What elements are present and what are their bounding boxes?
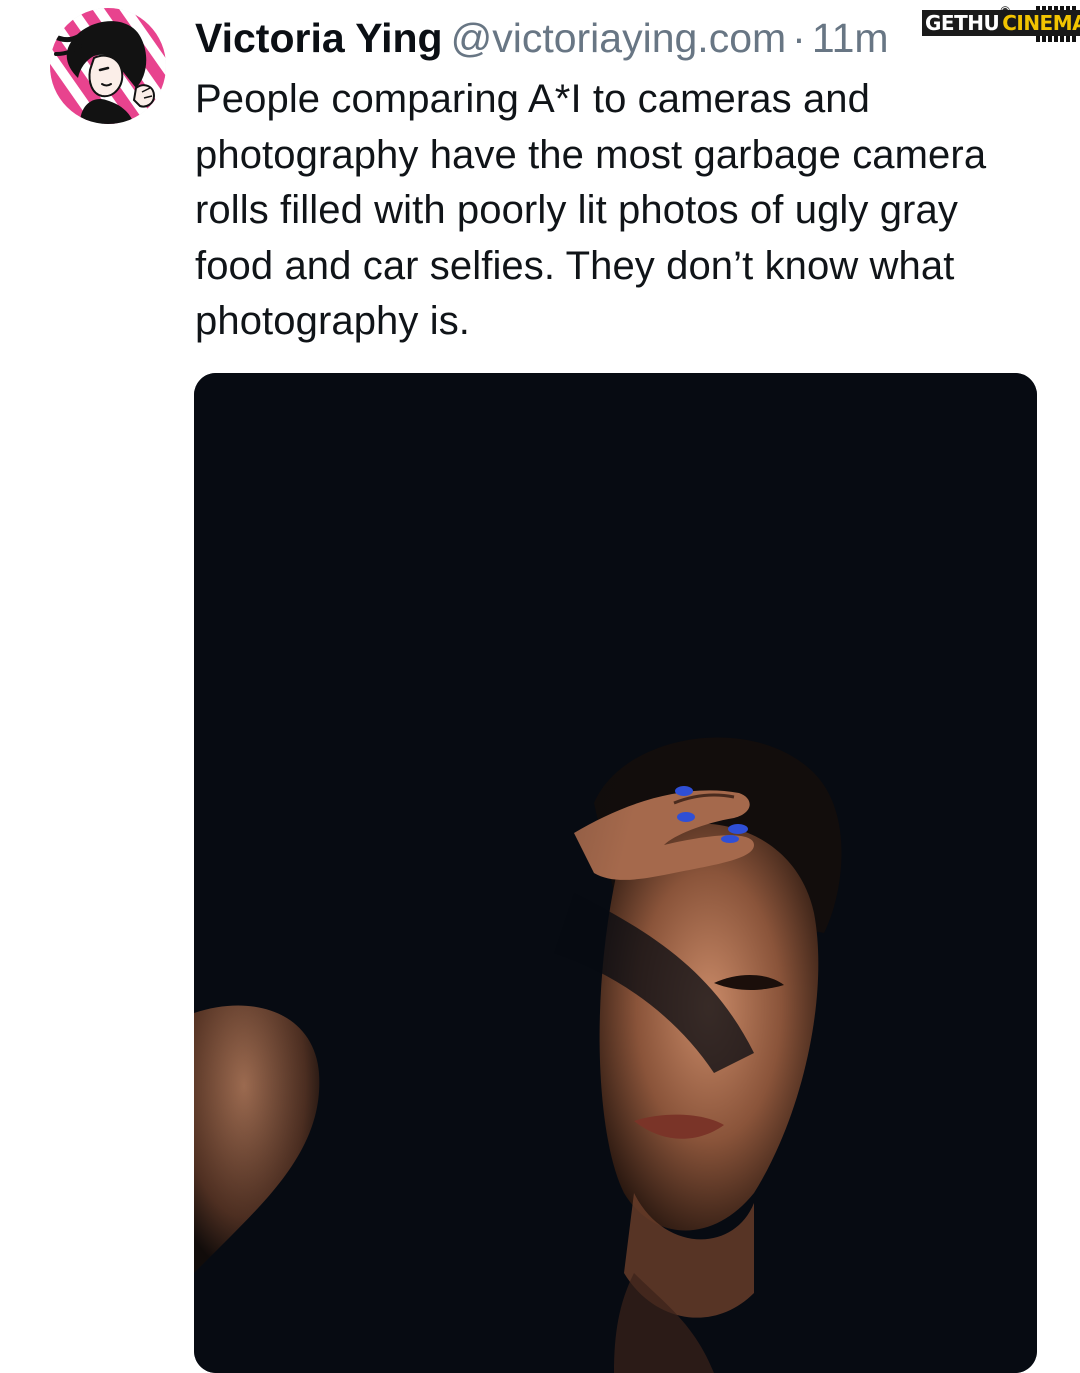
watermark-text: GETHU CINEMA [922, 10, 1080, 36]
post-card[interactable]: Victoria Ying @victoriaying.com · 11m Peopl… [0, 0, 1080, 1373]
post-image[interactable] [194, 373, 1037, 1373]
avatar[interactable] [50, 8, 166, 124]
avatar-illustration [50, 8, 166, 124]
post-header: Victoria Ying @victoriaying.com · 11m [195, 14, 889, 62]
author-display-name[interactable]: Victoria Ying [195, 15, 443, 61]
watermark-logo: ◉ GETHUCINEMA [918, 4, 1080, 42]
film-strip-bottom [1036, 36, 1076, 42]
portrait-photo [194, 373, 1037, 1373]
post-text: People comparing A*I to cameras and phot… [195, 77, 987, 343]
header-separator: · [792, 15, 806, 61]
author-handle[interactable]: @victoriaying.com [451, 15, 787, 61]
post-timestamp[interactable]: 11m [812, 15, 889, 61]
